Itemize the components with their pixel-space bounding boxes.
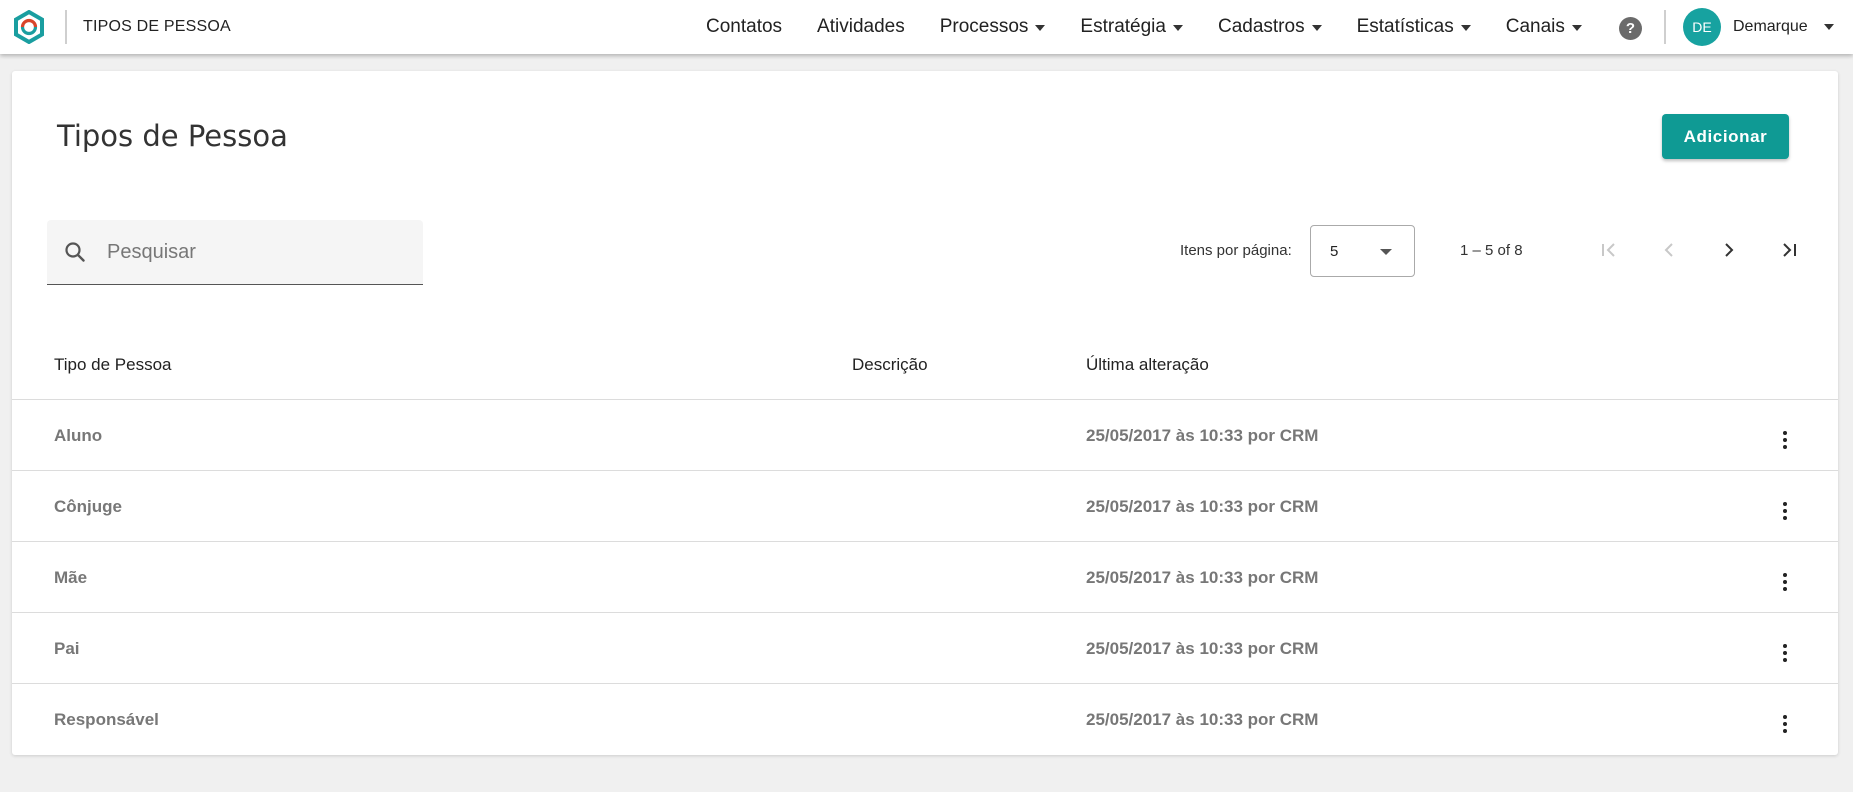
search-icon: [65, 242, 85, 262]
cell-tipo: Responsável: [54, 710, 159, 729]
page-size-select[interactable]: 5: [1310, 225, 1415, 277]
avatar[interactable]: DE: [1683, 8, 1721, 46]
row-menu-icon[interactable]: [1775, 428, 1795, 452]
column-header-tipo[interactable]: Tipo de Pessoa: [54, 355, 172, 375]
caret-down-icon: [1035, 25, 1046, 31]
row-menu-icon[interactable]: [1775, 712, 1795, 736]
main-card: Tipos de Pessoa Adicionar Itens por pági…: [12, 71, 1838, 755]
row-divider: [12, 399, 1838, 400]
chevron-right-icon: [1725, 243, 1734, 257]
first-page-button[interactable]: [1591, 232, 1627, 268]
cell-tipo: Aluno: [54, 426, 103, 445]
nav-cadastros[interactable]: Cadastros: [1218, 16, 1322, 38]
nav-contatos[interactable]: Contatos: [706, 16, 782, 38]
row-divider: [12, 612, 1838, 613]
nav-label: Cadastros: [1217, 16, 1305, 37]
nav-label: Estratégia: [1080, 16, 1166, 37]
next-page-button[interactable]: [1711, 232, 1747, 268]
page-range-label: 1 – 5 of 8: [1460, 242, 1523, 259]
header-divider: [65, 10, 67, 44]
nav-estrategia[interactable]: Estratégia: [1080, 16, 1183, 38]
row-divider: [12, 470, 1838, 471]
cell-alteracao: 25/05/2017 às 10:33 por CRM: [1086, 426, 1319, 445]
logo-icon: [14, 10, 44, 44]
nav-label: Atividades: [817, 16, 905, 37]
cell-alteracao: 25/05/2017 às 10:33 por CRM: [1086, 639, 1319, 658]
user-menu[interactable]: Demarque: [1733, 0, 1834, 54]
cell-alteracao: 25/05/2017 às 10:33 por CRM: [1086, 710, 1319, 729]
cell-tipo: Cônjuge: [54, 497, 122, 516]
page-size-value: 5: [1330, 242, 1339, 260]
main-nav: Contatos Atividades Processos Estratégia…: [706, 0, 1617, 54]
nav-processos[interactable]: Processos: [940, 16, 1046, 38]
nav-label: Canais: [1505, 16, 1565, 37]
user-name: Demarque: [1733, 18, 1808, 35]
nav-label: Estatísticas: [1356, 16, 1454, 37]
caret-down-icon: [1571, 25, 1582, 31]
caret-down-icon: [1172, 25, 1183, 31]
caret-down-icon: [1380, 249, 1392, 255]
cell-alteracao: 25/05/2017 às 10:33 por CRM: [1086, 568, 1319, 587]
row-divider: [12, 541, 1838, 542]
nav-estatisticas[interactable]: Estatísticas: [1357, 16, 1471, 38]
caret-down-icon: [1460, 25, 1471, 31]
header-divider: [1664, 10, 1666, 44]
help-icon[interactable]: ?: [1619, 17, 1642, 40]
app-logo[interactable]: [12, 10, 46, 44]
row-menu-icon[interactable]: [1775, 499, 1795, 523]
top-navbar: TIPOS DE PESSOA Contatos Atividades Proc…: [0, 0, 1853, 54]
first-page-icon: [1602, 243, 1615, 257]
search-field[interactable]: [47, 220, 423, 285]
page-title: Tipos de Pessoa: [57, 119, 288, 153]
caret-down-icon: [1823, 24, 1834, 30]
chevron-left-icon: [1664, 243, 1673, 257]
add-button[interactable]: Adicionar: [1662, 114, 1789, 159]
items-per-page-label: Itens por página:: [1180, 242, 1292, 259]
previous-page-button[interactable]: [1651, 232, 1687, 268]
row-menu-icon[interactable]: [1775, 641, 1795, 665]
nav-canais[interactable]: Canais: [1506, 16, 1582, 38]
cell-tipo: Mãe: [54, 568, 88, 587]
nav-atividades[interactable]: Atividades: [817, 16, 905, 38]
column-header-alteracao[interactable]: Última alteração: [1086, 355, 1209, 375]
cell-alteracao: 25/05/2017 às 10:33 por CRM: [1086, 497, 1319, 516]
search-input[interactable]: [107, 240, 387, 264]
column-header-descricao[interactable]: Descrição: [852, 355, 928, 375]
caret-down-icon: [1311, 25, 1322, 31]
app-title: TIPOS DE PESSOA: [83, 18, 231, 35]
row-menu-icon[interactable]: [1775, 570, 1795, 594]
last-page-button[interactable]: [1771, 232, 1807, 268]
cell-tipo: Pai: [54, 639, 80, 658]
last-page-icon: [1783, 243, 1796, 257]
nav-label: Processos: [939, 16, 1029, 37]
nav-label: Contatos: [706, 16, 783, 37]
row-divider: [12, 683, 1838, 684]
